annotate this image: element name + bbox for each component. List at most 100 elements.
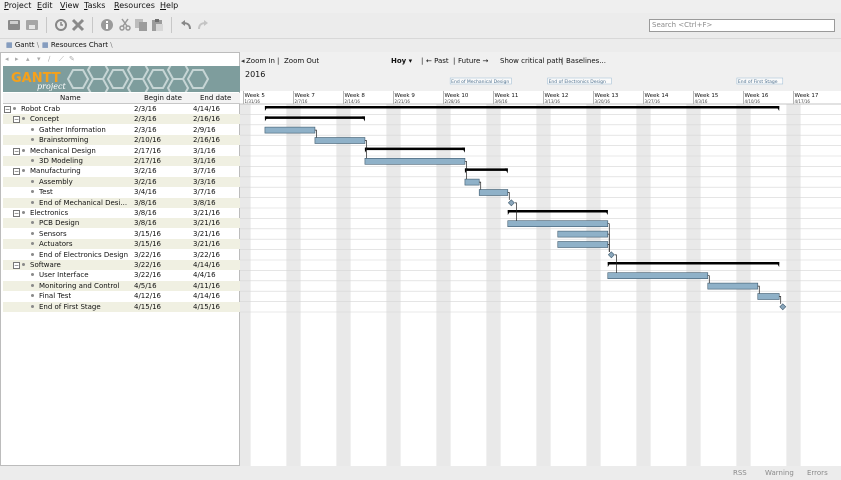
status-rss[interactable]: RSS: [733, 469, 747, 477]
column-header-end[interactable]: End date: [200, 94, 231, 102]
task-row[interactable]: Actuators 3/15/16 3/21/16: [3, 239, 240, 249]
menu-view[interactable]: View: [60, 1, 79, 10]
summary-bar[interactable]: [507, 210, 608, 213]
task-bullet-icon: [31, 128, 34, 131]
task-bar[interactable]: [314, 137, 366, 144]
task-row[interactable]: 3D Modeling 2/17/16 3/1/16: [3, 156, 240, 166]
menu-project[interactable]: Project: [4, 1, 31, 10]
collapse-toggle-icon[interactable]: −: [13, 148, 20, 155]
column-header-begin[interactable]: Begin date: [144, 94, 182, 102]
task-row[interactable]: Final Test 4/12/16 4/14/16: [3, 291, 240, 301]
link-icon[interactable]: ∕: [48, 56, 55, 63]
tab-resources-chart[interactable]: ▦ Resources Chart \: [42, 41, 113, 49]
copy-icon[interactable]: [134, 18, 148, 32]
task-begin-date: 4/15/16: [134, 303, 161, 311]
task-row[interactable]: End of First Stage 4/15/16 4/15/16: [3, 302, 240, 312]
task-row[interactable]: End of Mechanical Desi... 3/8/16 3/8/16: [3, 198, 240, 208]
task-row[interactable]: − Manufacturing 3/2/16 3/7/16: [3, 166, 240, 176]
week-date: 3/6/16: [495, 99, 508, 104]
menu-help[interactable]: Help: [160, 1, 178, 10]
task-row[interactable]: PCB Design 3/8/16 3/21/16: [3, 218, 240, 228]
redo-icon[interactable]: [196, 18, 210, 32]
gantt-chart[interactable]: Week 51/31/16Week 72/7/16Week 82/14/16We…: [240, 52, 841, 466]
unlink-icon[interactable]: ⟋: [59, 56, 66, 63]
task-name: User Interface: [39, 271, 89, 279]
task-row[interactable]: − Robot Crab 2/3/16 4/14/16: [3, 104, 240, 114]
task-bullet-icon: [31, 190, 34, 193]
task-bar[interactable]: [264, 126, 316, 134]
undo-icon[interactable]: [179, 18, 193, 32]
task-bar[interactable]: [757, 293, 780, 300]
task-row[interactable]: Brainstorming 2/10/16 2/16/16: [3, 135, 240, 145]
ganttproject-banner: GANTT project: [3, 66, 240, 92]
task-bullet-icon: [31, 242, 34, 245]
week-date: 3/13/16: [545, 99, 561, 104]
move-up-icon[interactable]: ▴: [26, 56, 33, 63]
task-bar[interactable]: [478, 189, 509, 196]
new-icon[interactable]: [7, 18, 21, 32]
task-row[interactable]: End of Electronics Design 3/22/16 3/22/16: [3, 250, 240, 260]
week-date: 4/17/16: [795, 99, 811, 104]
summary-bar[interactable]: [607, 262, 780, 265]
collapse-toggle-icon[interactable]: −: [4, 106, 11, 113]
task-bar[interactable]: [557, 241, 609, 248]
task-row[interactable]: Monitoring and Control 4/5/16 4/11/16: [3, 281, 240, 291]
milestone-diamond[interactable]: [779, 303, 787, 311]
task-bullet-icon: [31, 253, 34, 256]
search-input[interactable]: Search <Ctrl+F>: [649, 19, 835, 32]
task-row[interactable]: Sensors 3/15/16 3/21/16: [3, 229, 240, 239]
task-row[interactable]: Assembly 3/2/16 3/3/16: [3, 177, 240, 187]
collapse-toggle-icon[interactable]: −: [13, 262, 20, 269]
task-begin-date: 4/5/16: [134, 282, 157, 290]
task-bar[interactable]: [607, 272, 709, 279]
task-name: 3D Modeling: [39, 157, 83, 165]
task-row[interactable]: Gather Information 2/3/16 2/9/16: [3, 125, 240, 135]
task-row[interactable]: Test 3/4/16 3/7/16: [3, 187, 240, 197]
task-row[interactable]: − Electronics 3/8/16 3/21/16: [3, 208, 240, 218]
move-down-icon[interactable]: ▾: [37, 56, 44, 63]
task-bar[interactable]: [707, 282, 759, 290]
task-row[interactable]: User Interface 3/22/16 4/4/16: [3, 270, 240, 280]
task-row[interactable]: − Mechanical Design 2/17/16 3/1/16: [3, 146, 240, 156]
weekend-shade: [586, 91, 601, 466]
delete-icon[interactable]: [71, 18, 85, 32]
task-row[interactable]: − Software 3/22/16 4/14/16: [3, 260, 240, 270]
summary-bar[interactable]: [264, 116, 365, 119]
paste-icon[interactable]: [150, 18, 164, 32]
unindent-icon[interactable]: ◂: [5, 56, 12, 63]
summary-bar[interactable]: [464, 168, 508, 171]
column-header-name[interactable]: Name: [60, 94, 81, 102]
collapse-toggle-icon[interactable]: −: [13, 116, 20, 123]
summary-bar[interactable]: [264, 106, 780, 109]
collapse-toggle-icon[interactable]: −: [13, 168, 20, 175]
history-icon[interactable]: [54, 18, 68, 32]
task-name: Gather Information: [39, 126, 106, 134]
info-icon[interactable]: [100, 18, 114, 32]
collapse-toggle-icon[interactable]: −: [13, 210, 20, 217]
save-icon[interactable]: [25, 18, 39, 32]
indent-icon[interactable]: ▸: [15, 56, 22, 63]
task-bullet-icon: [31, 138, 34, 141]
task-bar[interactable]: [464, 178, 480, 186]
task-end-date: 2/16/16: [193, 136, 220, 144]
task-bar[interactable]: [364, 158, 466, 165]
summary-bar[interactable]: [364, 147, 465, 151]
cut-icon[interactable]: [118, 18, 132, 32]
task-table-header: Name Begin date End date: [3, 93, 240, 104]
tab-gantt[interactable]: ▦ Gantt \: [6, 41, 39, 49]
task-name: Final Test: [39, 292, 72, 300]
milestone-diamond[interactable]: [507, 199, 515, 207]
tab-label: Resources Chart: [50, 41, 109, 49]
task-end-date: 3/3/16: [193, 178, 216, 186]
menu-tasks[interactable]: Tasks: [84, 1, 105, 10]
week-date: 3/20/16: [595, 99, 611, 104]
task-bar[interactable]: [557, 230, 609, 238]
menu-resources[interactable]: Resources: [114, 1, 155, 10]
status-errors[interactable]: Errors: [807, 469, 828, 477]
task-bar[interactable]: [507, 220, 609, 227]
status-warning[interactable]: Warning: [765, 469, 794, 477]
properties-icon[interactable]: ✎: [69, 56, 76, 63]
task-row[interactable]: − Concept 2/3/16 2/16/16: [3, 114, 240, 124]
milestone-diamond[interactable]: [607, 251, 615, 259]
menu-edit[interactable]: Edit: [37, 1, 53, 10]
